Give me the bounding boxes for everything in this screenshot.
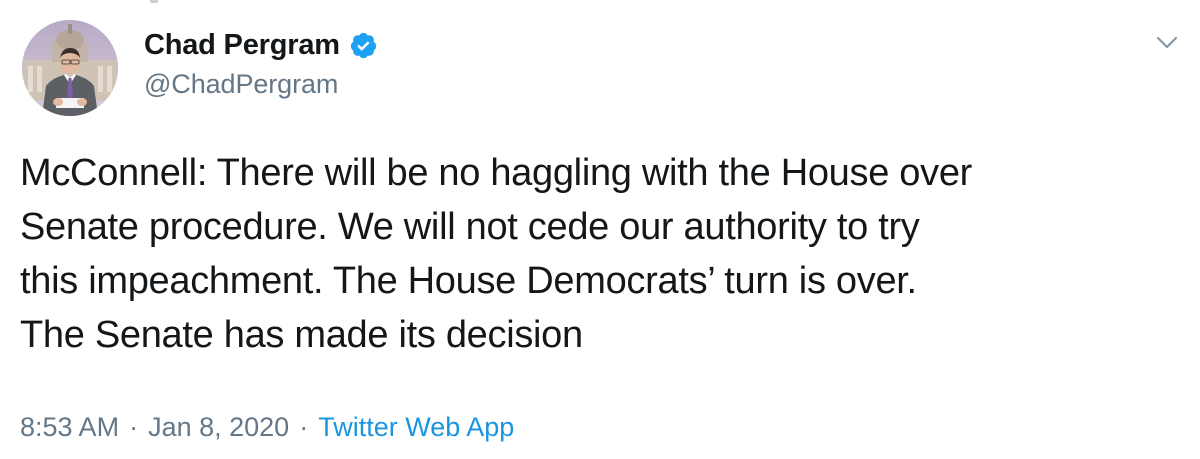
previous-item-edge [150,0,158,3]
profile-photo [22,20,118,116]
meta-separator: · [129,412,139,442]
tweet-time[interactable]: 8:53 AM [20,412,119,443]
avatar[interactable] [22,20,118,116]
meta-separator: · [299,412,309,442]
user-handle[interactable]: @ChadPergram [144,69,378,100]
author-block: Chad Pergram @ChadPergram [144,26,378,100]
tweet-source-link[interactable]: Twitter Web App [318,412,514,443]
tweet-menu-button[interactable] [1150,28,1184,58]
tweet-date[interactable]: Jan 8, 2020 [148,412,289,443]
name-row: Chad Pergram [144,26,378,64]
chevron-down-icon [1156,36,1178,49]
tweet-card: Chad Pergram @ChadPergram McConnell: The… [0,0,1200,459]
verified-badge-icon [350,32,377,58]
display-name[interactable]: Chad Pergram [144,29,340,62]
tweet-text: McConnell: There will be no haggling wit… [20,152,973,356]
tweet-meta: 8:53 AM · Jan 8, 2020 · Twitter Web App [20,412,514,443]
